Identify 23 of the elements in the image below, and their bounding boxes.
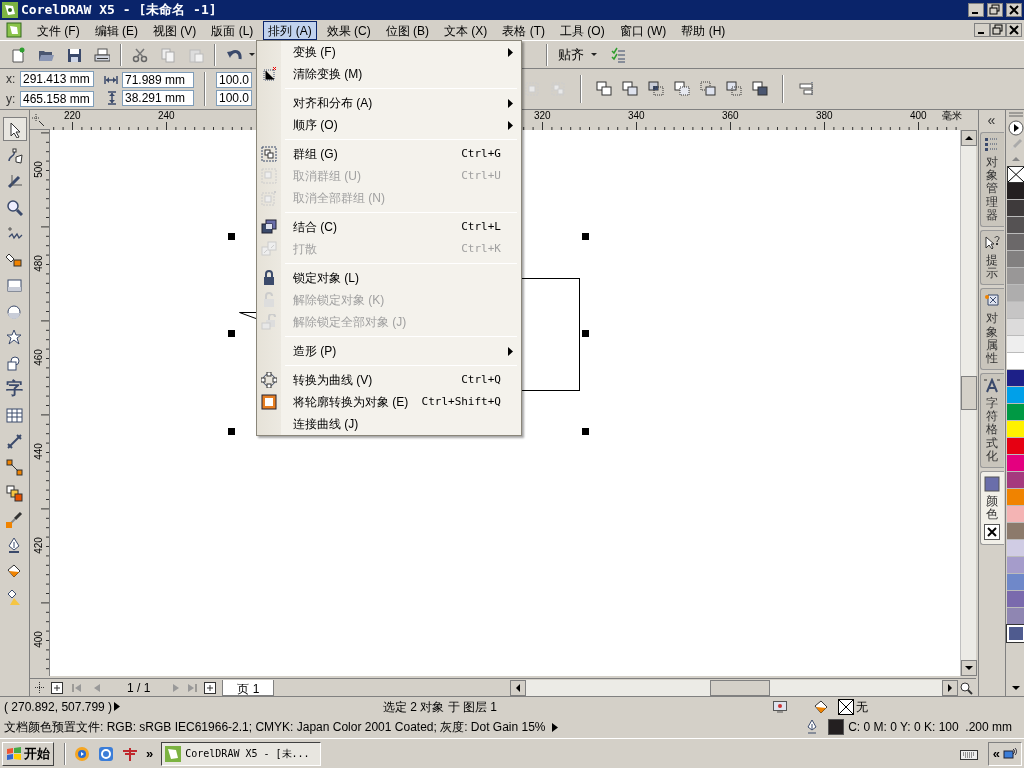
ruler-label: 400 [910,110,927,121]
window-title: CorelDRAW X5 - [未命名 -1] [21,1,218,20]
field-label: y: [6,91,17,108]
ruler-label: 320 [534,110,551,121]
ruler-unit: 毫米 [942,110,962,121]
ruler-label: 400 [32,630,44,650]
page-count: 1 / 1 [127,679,151,697]
ruler-label: 340 [628,110,645,121]
cursor-position: ( 270.892, 507.799 ) [4,698,114,716]
outline-status: C: 0 M: 0 Y: 0 K: 100 .200 mm [848,719,1012,736]
fill-status: 无 [856,698,868,716]
selection-status: 选定 2 对象 于 图层 1 [383,698,499,716]
ruler-label: 420 [32,536,44,556]
ruler-label: 480 [32,254,44,274]
ruler-label: 240 [158,110,175,121]
field-label: x: [6,71,17,88]
ruler-label: 440 [32,442,44,462]
ruler-label: 360 [722,110,739,121]
ruler-label: 500 [32,160,44,180]
color-profile-status: 文档颜色预置文件: RGB: sRGB IEC61966-2.1; CMYK: Japan Color 2001 Coated; 灰度: Dot Gain 15% [4,719,546,736]
ruler-label: 380 [816,110,833,121]
ruler-label: 460 [32,348,44,368]
ruler-label: 220 [64,110,81,121]
